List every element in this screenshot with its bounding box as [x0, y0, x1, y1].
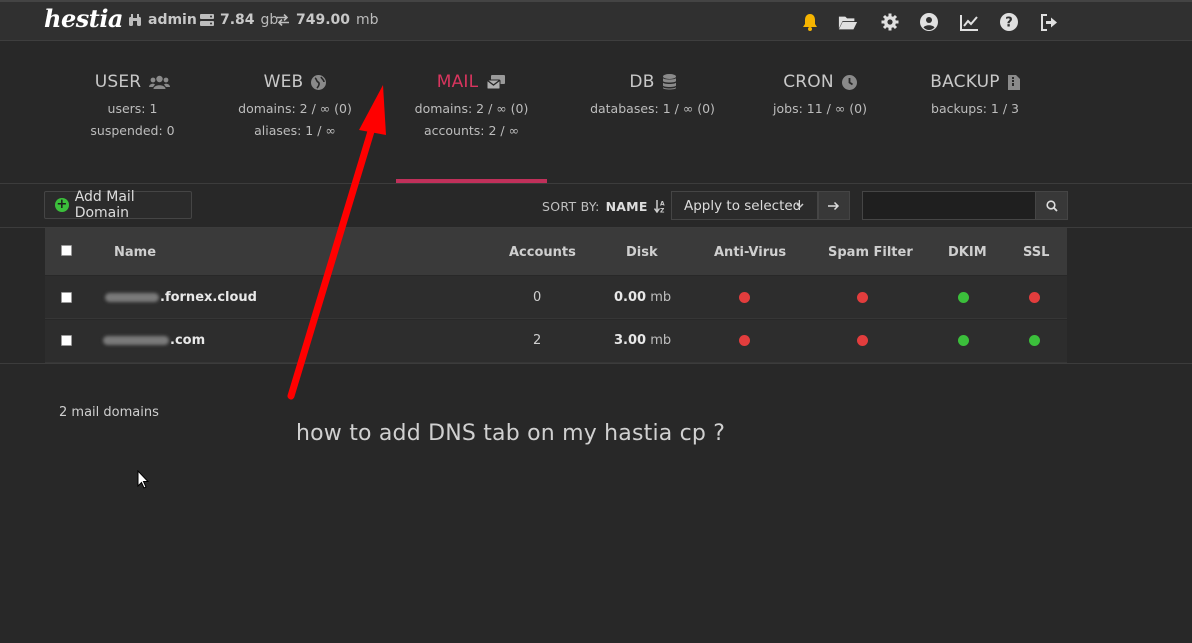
mouse-cursor-icon	[137, 470, 149, 489]
annotation-arrow-icon	[287, 85, 386, 400]
